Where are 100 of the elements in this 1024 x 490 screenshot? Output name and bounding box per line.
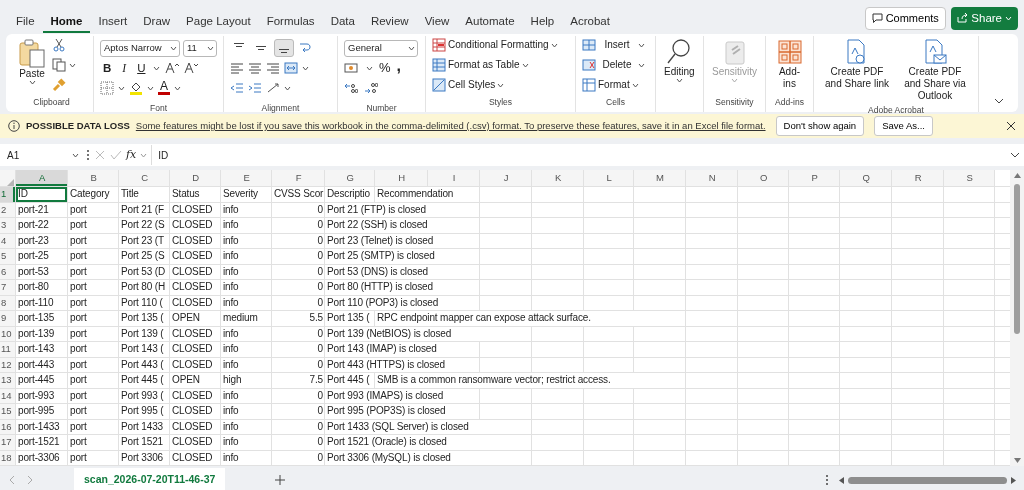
next-sheet-icon[interactable] <box>26 475 34 485</box>
row-header[interactable]: 17 <box>0 435 15 450</box>
copy-icon[interactable] <box>52 58 66 73</box>
column-header[interactable]: P <box>789 170 839 186</box>
caret-icon[interactable] <box>72 152 79 158</box>
column-header[interactable]: A <box>16 170 67 186</box>
column-header[interactable]: B <box>68 170 118 186</box>
table-style-icon[interactable] <box>432 58 446 73</box>
cell-style-icon[interactable] <box>432 78 446 93</box>
caret-icon[interactable] <box>497 82 505 88</box>
caret-icon[interactable] <box>302 65 309 71</box>
formula-field[interactable]: ID <box>151 145 1006 165</box>
menu-tab[interactable]: Formulas <box>258 1 323 33</box>
comment-icon[interactable] <box>871 13 883 24</box>
insert-button[interactable]: Insert <box>582 38 645 52</box>
column-header[interactable]: N <box>686 170 737 186</box>
up-arrow-icon[interactable] <box>1013 173 1021 178</box>
cell-styles-button[interactable]: Cell Styles <box>432 78 558 93</box>
align-left-icon[interactable] <box>230 62 244 74</box>
caret-icon[interactable] <box>675 78 683 83</box>
row-header[interactable]: 7 <box>0 280 15 295</box>
row-header[interactable]: 13 <box>0 373 15 388</box>
column-header[interactable]: H <box>375 170 427 186</box>
font-size-field[interactable]: 11 <box>183 39 217 57</box>
italic-button[interactable]: I <box>119 62 130 74</box>
increase-decimal-icon[interactable] <box>344 82 358 94</box>
column-header[interactable]: E <box>221 170 271 186</box>
menu-tab[interactable]: Automate <box>457 1 523 33</box>
previous-sheet-icon[interactable] <box>8 475 16 485</box>
caret-icon[interactable] <box>638 42 645 48</box>
caret-icon[interactable] <box>550 42 558 48</box>
save-as-button[interactable]: Save As... <box>874 115 933 137</box>
underline-button[interactable]: U <box>134 62 149 74</box>
conditional-formatting-button[interactable]: Conditional Formatting <box>432 38 558 52</box>
column-header[interactable]: M <box>634 170 685 186</box>
share-button[interactable]: Share <box>951 6 1018 30</box>
column-header[interactable]: Q <box>840 170 891 186</box>
menu-tab[interactable]: File <box>8 1 43 33</box>
row-header[interactable]: 9 <box>0 311 15 326</box>
create-pdf-button[interactable]: Create PDF and Share link <box>820 36 894 104</box>
close-icon[interactable] <box>1006 121 1016 131</box>
row-header[interactable]: 3 <box>0 218 15 233</box>
sheet-tab[interactable]: scan_2026-07-20T11-46-37 <box>74 467 226 490</box>
orientation-icon[interactable] <box>266 82 280 94</box>
menu-tab[interactable]: Data <box>322 1 363 33</box>
more-icon[interactable] <box>825 474 830 486</box>
align-bottom-button[interactable] <box>274 39 294 57</box>
row-header[interactable]: 15 <box>0 404 15 419</box>
brush-icon[interactable] <box>52 78 66 93</box>
column-header[interactable]: L <box>584 170 633 186</box>
scissors-icon[interactable] <box>52 38 66 52</box>
column-header[interactable]: G <box>325 170 374 186</box>
expand-icon[interactable] <box>1010 152 1020 158</box>
cancel-icon[interactable] <box>94 149 106 161</box>
number-format-field[interactable]: General <box>344 39 418 57</box>
caret-icon[interactable] <box>118 85 125 91</box>
pdf-mail-icon[interactable] <box>922 38 948 66</box>
caret-icon[interactable] <box>147 85 154 91</box>
column-header[interactable]: S <box>944 170 994 186</box>
fill-color-icon[interactable] <box>129 81 143 95</box>
down-arrow-icon[interactable] <box>1013 458 1021 463</box>
menu-tab[interactable]: Insert <box>90 1 136 33</box>
caret-icon[interactable] <box>153 65 161 71</box>
more-icon[interactable] <box>86 149 90 161</box>
grow-font-icon[interactable] <box>165 62 180 74</box>
column-header[interactable]: O <box>738 170 788 186</box>
menu-tab[interactable]: Draw <box>135 1 179 33</box>
caret-icon[interactable] <box>284 85 291 91</box>
decrease-indent-icon[interactable] <box>230 82 244 94</box>
menu-tab[interactable]: View <box>416 1 458 33</box>
dismiss-button[interactable]: Don't show again <box>775 115 865 137</box>
column-header[interactable]: K <box>532 170 583 186</box>
caret-icon[interactable] <box>28 80 36 85</box>
warning-link[interactable]: Some features might be lost if you save this workbook in the comma-delimited (.csv) format. To preserve these features, save it in an Excel file format. <box>135 118 766 134</box>
column-header[interactable]: I <box>428 170 479 186</box>
caret-icon[interactable] <box>207 45 214 51</box>
menu-tab[interactable]: Home <box>42 1 91 33</box>
enter-icon[interactable] <box>110 149 122 161</box>
bold-button[interactable]: B <box>100 62 115 74</box>
caret-icon[interactable] <box>140 152 148 158</box>
collapse-ribbon-icon[interactable] <box>994 98 1004 104</box>
paste-button[interactable]: Paste <box>16 36 48 97</box>
align-right-icon[interactable] <box>266 62 280 74</box>
currency-icon[interactable] <box>344 62 360 74</box>
caret-icon[interactable] <box>521 62 529 68</box>
add-ins-button[interactable]: Add-ins <box>772 36 807 97</box>
grid-icon[interactable] <box>776 38 803 66</box>
horizontal-scrollbar[interactable] <box>839 475 1016 485</box>
delete-cells-icon[interactable] <box>582 58 596 73</box>
left-arrow-icon[interactable] <box>839 476 845 484</box>
row-header[interactable]: 1 <box>0 187 15 202</box>
menu-tab[interactable]: Review <box>362 1 417 33</box>
row-header[interactable]: 11 <box>0 342 15 357</box>
increase-indent-icon[interactable] <box>248 82 262 94</box>
share-icon[interactable] <box>957 13 969 24</box>
delete-button[interactable]: Delete <box>582 58 645 73</box>
search-icon[interactable] <box>666 38 693 66</box>
shrink-font-icon[interactable] <box>184 62 199 74</box>
create-pdf-button[interactable]: Create PDF and Share via Outlook <box>898 36 972 104</box>
right-arrow-icon[interactable] <box>1011 476 1016 484</box>
